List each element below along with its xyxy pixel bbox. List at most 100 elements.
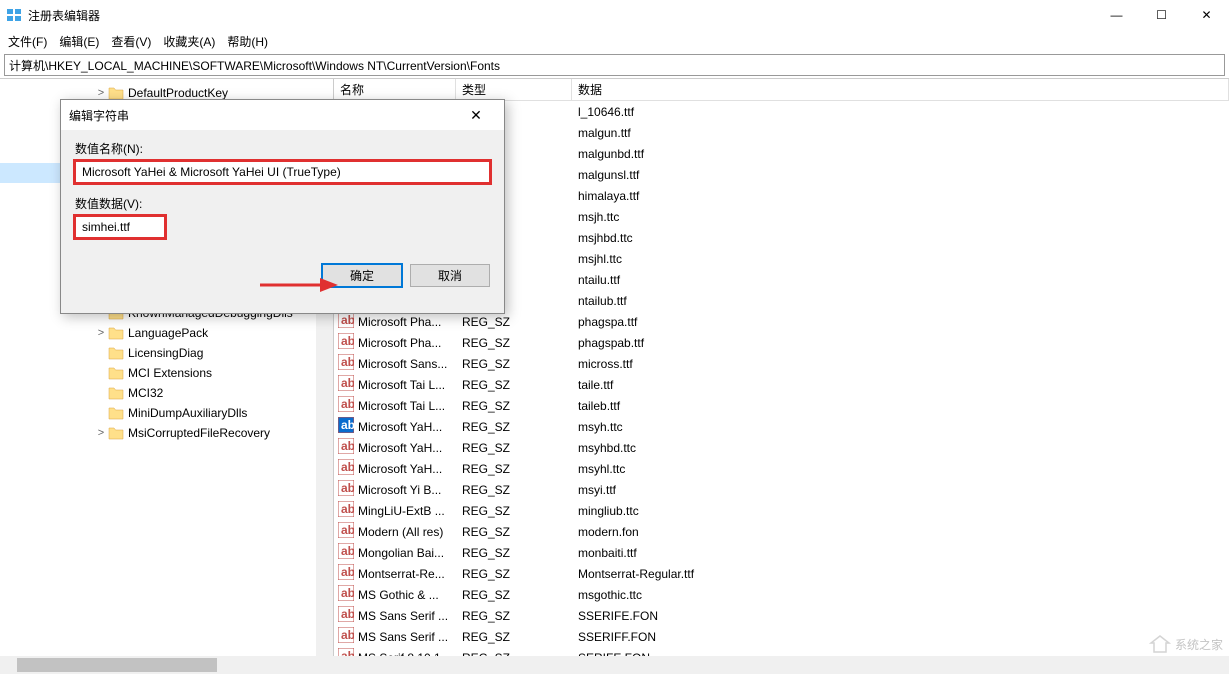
svg-text:ab: ab [341,334,354,348]
cell-data: msgothic.ttc [572,588,1229,602]
list-row[interactable]: abMongolian Bai...REG_SZmonbaiti.ttf [334,542,1229,563]
svg-text:ab: ab [341,523,354,537]
cell-data: msjhl.ttc [572,252,1229,266]
svg-text:ab: ab [341,460,354,474]
menu-view[interactable]: 查看(V) [111,33,151,50]
list-row[interactable]: abMicrosoft YaH...REG_SZmsyhl.ttc [334,458,1229,479]
expand-icon[interactable]: > [94,327,108,339]
reg-string-icon: ab [338,606,354,625]
list-row[interactable]: abMS Sans Serif ...REG_SZSSERIFF.FON [334,626,1229,647]
cell-name: Mongolian Bai... [358,546,444,560]
list-row[interactable]: abMicrosoft Tai L...REG_SZtaileb.ttf [334,395,1229,416]
col-data[interactable]: 数据 [572,79,1229,100]
value-data-field[interactable] [75,216,165,238]
cell-name: Microsoft YaH... [358,441,442,455]
cell-name: MingLiU-ExtB ... [358,504,445,518]
app-icon [6,7,22,23]
svg-text:ab: ab [341,355,354,369]
cell-data: msyhbd.ttc [572,441,1229,455]
svg-text:ab: ab [341,649,354,656]
tree-label: MiniDumpAuxiliaryDlls [128,406,247,420]
maximize-button[interactable]: ☐ [1139,0,1184,30]
tree-label: MCI32 [128,386,163,400]
tree-item[interactable]: MCI Extensions [0,363,333,383]
value-data-label: 数值数据(V): [75,195,490,212]
col-type[interactable]: 类型 [456,79,572,100]
tree-label: MCI Extensions [128,366,212,380]
ok-button[interactable]: 确定 [322,264,402,287]
cell-name: Microsoft Pha... [358,315,441,329]
menu-favorites[interactable]: 收藏夹(A) [163,33,215,50]
menu-file[interactable]: 文件(F) [8,33,47,50]
svg-text:ab: ab [341,376,354,390]
col-name[interactable]: 名称 [334,79,456,100]
reg-string-icon: ab [338,438,354,457]
dialog-close-button[interactable]: ✕ [456,107,496,124]
cell-data: phagspa.ttf [572,315,1229,329]
close-button[interactable]: ✕ [1184,0,1229,30]
tree-label: MsiCorruptedFileRecovery [128,426,270,440]
tree-label: DefaultProductKey [128,86,228,100]
svg-text:ab: ab [341,544,354,558]
tree-label: LicensingDiag [128,346,203,360]
list-row[interactable]: abMontserrat-Re...REG_SZMontserrat-Regul… [334,563,1229,584]
address-bar[interactable]: 计算机\HKEY_LOCAL_MACHINE\SOFTWARE\Microsof… [4,54,1225,76]
cell-type: REG_SZ [456,357,572,371]
svg-text:ab: ab [341,418,354,432]
svg-text:ab: ab [341,313,354,327]
cell-data: micross.ttf [572,357,1229,371]
tree-item[interactable]: > MsiCorruptedFileRecovery [0,423,333,443]
edit-string-dialog: 编辑字符串 ✕ 数值名称(N): 数值数据(V): 确定 取消 [60,99,505,314]
cell-type: REG_SZ [456,420,572,434]
reg-string-icon: ab [338,396,354,415]
cell-type: REG_SZ [456,609,572,623]
cell-data: taile.ttf [572,378,1229,392]
value-name-field[interactable] [75,161,490,183]
reg-string-icon: ab [338,375,354,394]
cell-name: Modern (All res) [358,525,443,539]
cell-type: REG_SZ [456,441,572,455]
list-row[interactable]: abMicrosoft Pha...REG_SZphagspa.ttf [334,311,1229,332]
dialog-title-text: 编辑字符串 [69,107,129,124]
value-name-label: 数值名称(N): [75,140,490,157]
list-row[interactable]: abMicrosoft Yi B...REG_SZmsyi.ttf [334,479,1229,500]
list-row[interactable]: abMS Gothic & ...REG_SZmsgothic.ttc [334,584,1229,605]
svg-text:ab: ab [341,565,354,579]
cell-type: REG_SZ [456,504,572,518]
cell-name: Microsoft YaH... [358,420,442,434]
cell-data: msjh.ttc [572,210,1229,224]
reg-string-icon: ab [338,354,354,373]
list-row[interactable]: abMS Serif 8,10,1...REG_SZSERIFE.FON [334,647,1229,656]
expand-icon[interactable]: > [94,427,108,439]
cell-name: Microsoft Sans... [358,357,447,371]
tree-item[interactable]: > LanguagePack [0,323,333,343]
list-row[interactable]: ab Microsoft YaH... REG_SZmsyhbd.ttc [334,437,1229,458]
list-row[interactable]: abModern (All res)REG_SZmodern.fon [334,521,1229,542]
menu-edit[interactable]: 编辑(E) [59,33,99,50]
cell-data: malgun.ttf [572,126,1229,140]
list-row[interactable]: abMicrosoft Pha...REG_SZphagspab.ttf [334,332,1229,353]
list-row[interactable]: ab Microsoft Sans... REG_SZmicross.ttf [334,353,1229,374]
list-row[interactable]: abMS Sans Serif ...REG_SZSSERIFE.FON [334,605,1229,626]
minimize-button[interactable]: — [1094,0,1139,30]
tree-item[interactable]: MCI32 [0,383,333,403]
menu-help[interactable]: 帮助(H) [227,33,268,50]
list-row[interactable]: abMicrosoft YaH...REG_SZmsyh.ttc [334,416,1229,437]
list-row[interactable]: abMicrosoft Tai L...REG_SZtaile.ttf [334,374,1229,395]
cancel-button[interactable]: 取消 [410,264,490,287]
cell-data: mingliub.ttc [572,504,1229,518]
cell-data: Montserrat-Regular.ttf [572,567,1229,581]
reg-string-icon: ab [338,543,354,562]
cell-name: Microsoft Tai L... [358,399,445,413]
tree-item[interactable]: LicensingDiag [0,343,333,363]
reg-string-icon: ab [338,564,354,583]
horizontal-scrollbar[interactable] [0,656,1229,674]
expand-icon[interactable]: > [94,87,108,99]
dialog-titlebar: 编辑字符串 ✕ [61,100,504,130]
tree-item[interactable]: MiniDumpAuxiliaryDlls [0,403,333,423]
cell-data: ntailu.ttf [572,273,1229,287]
tree-label: LanguagePack [128,326,208,340]
cell-data: msyi.ttf [572,483,1229,497]
svg-text:ab: ab [341,397,354,411]
list-row[interactable]: abMingLiU-ExtB ...REG_SZmingliub.ttc [334,500,1229,521]
